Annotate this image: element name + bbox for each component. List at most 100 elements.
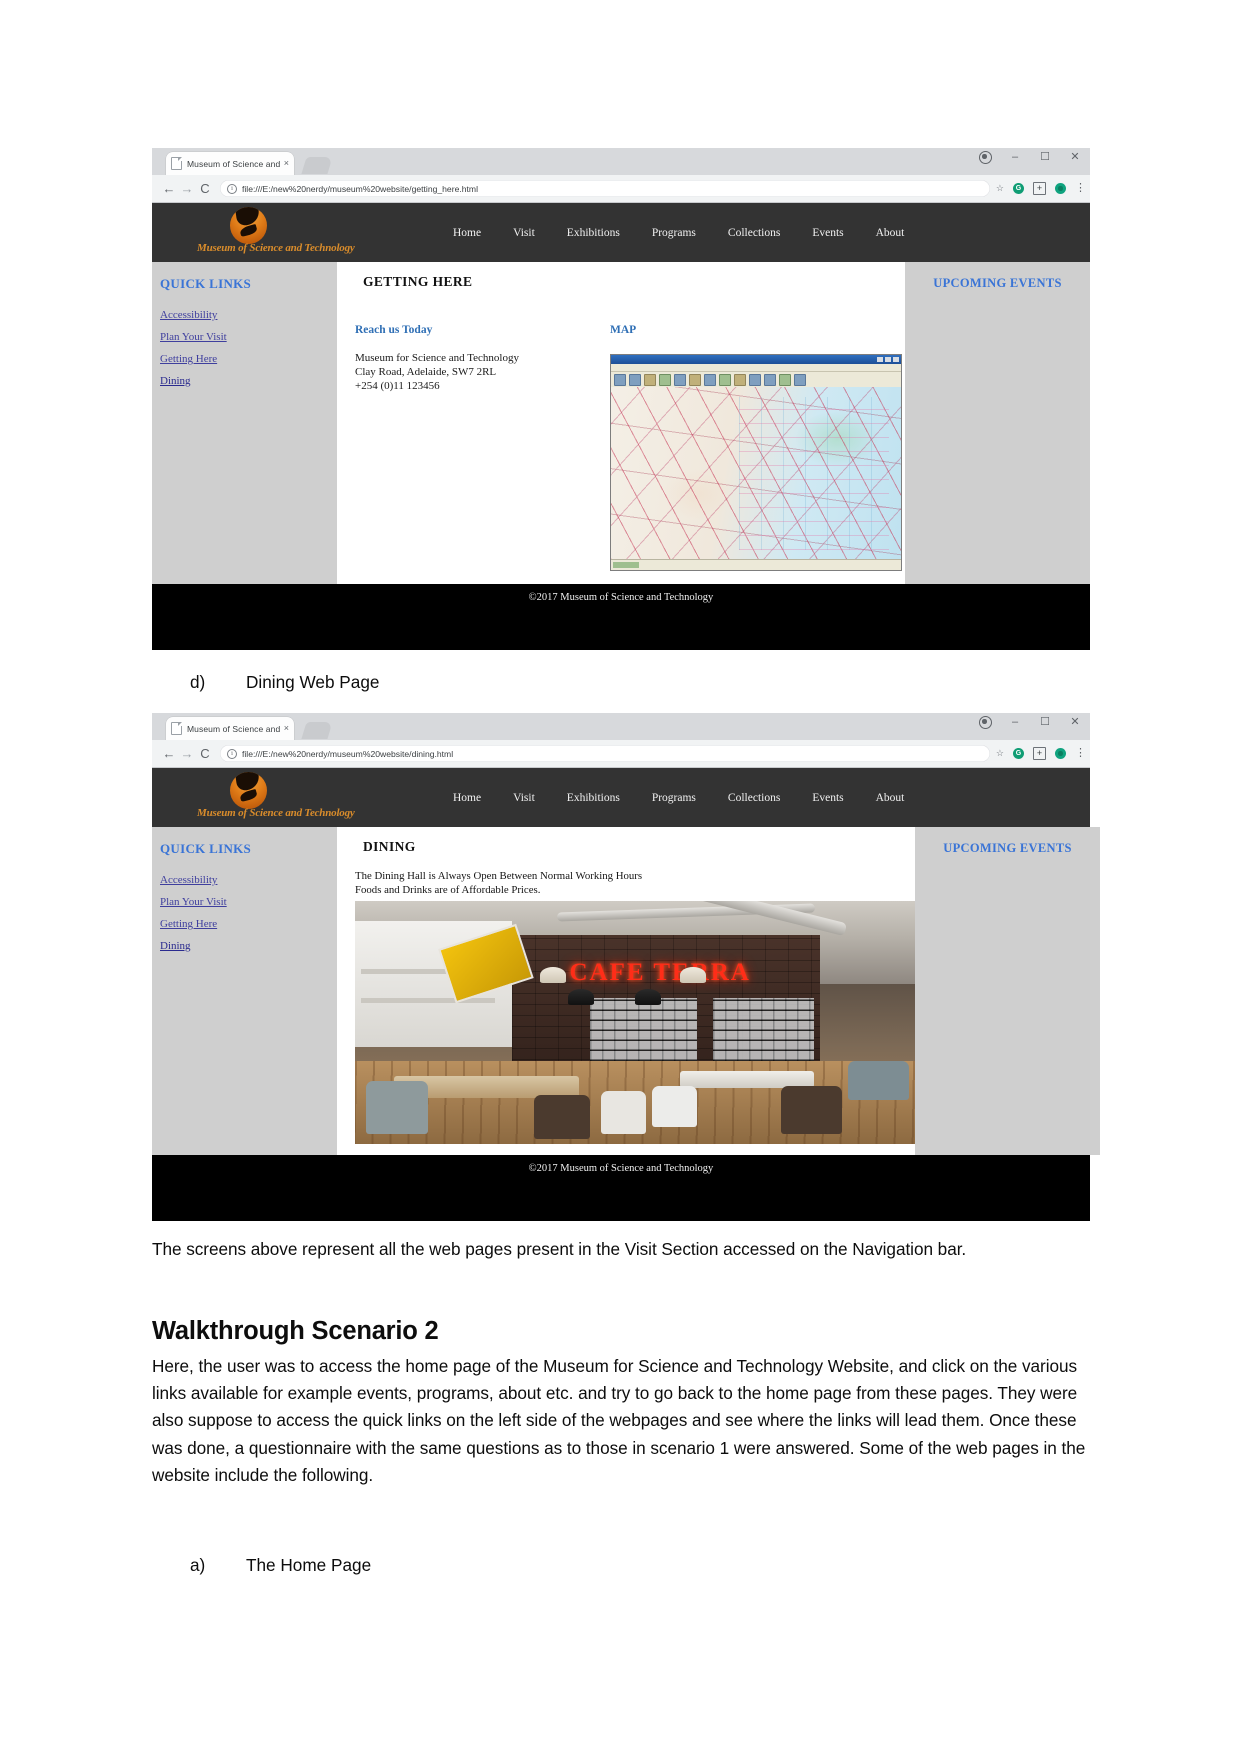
omnibox-icons: ☆ G + ⋮: [996, 747, 1086, 760]
nav-item-exhibitions[interactable]: Exhibitions: [551, 792, 636, 804]
back-button[interactable]: ←: [160, 747, 178, 760]
photo-window: [590, 998, 697, 1062]
map-tool-icon: [749, 374, 761, 386]
close-window-button[interactable]: ✕: [1068, 717, 1082, 728]
nav-item-programs[interactable]: Programs: [636, 227, 712, 239]
nav-item-events[interactable]: Events: [796, 792, 859, 804]
list-marker: a): [190, 1555, 206, 1575]
quick-link-plan-your-visit[interactable]: Plan Your Visit: [160, 331, 337, 343]
page-info-icon[interactable]: i: [227, 183, 237, 194]
back-button[interactable]: ←: [160, 182, 178, 195]
site-body: QUICK LINKS Accessibility Plan Your Visi…: [152, 262, 1090, 584]
bookmark-star-icon[interactable]: ☆: [996, 183, 1004, 194]
forward-button[interactable]: →: [178, 747, 196, 760]
map-tool-icon: [629, 374, 641, 386]
browser-tab[interactable]: Museum of Science and ×: [166, 152, 294, 175]
maximize-button[interactable]: ☐: [1038, 152, 1052, 163]
quick-links-list: Accessibility Plan Your Visit Getting He…: [152, 874, 337, 952]
maximize-button[interactable]: ☐: [1038, 717, 1052, 728]
address-bar-url: file:///E:/new%20nerdy/museum%20website/…: [242, 748, 454, 759]
address-bar-url: file:///E:/new%20nerdy/museum%20website/…: [242, 183, 478, 194]
address-bar[interactable]: i file:///E:/new%20nerdy/museum%20websit…: [220, 745, 990, 762]
minimize-button[interactable]: –: [1008, 152, 1022, 163]
museum-address: Museum for Science and Technology Clay R…: [355, 351, 610, 393]
heading-walkthrough-scenario-2: Walkthrough Scenario 2: [152, 1317, 439, 1345]
map-heading: MAP: [610, 324, 637, 336]
minimize-button[interactable]: –: [1008, 717, 1022, 728]
new-tab-button[interactable]: [301, 722, 333, 739]
close-tab-icon[interactable]: ×: [284, 724, 289, 733]
paragraph-screens-above: The screens above represent all the web …: [152, 1239, 967, 1259]
extension-plus-icon[interactable]: +: [1033, 747, 1046, 760]
quick-link-accessibility[interactable]: Accessibility: [160, 309, 337, 321]
list-label: Dining Web Page: [246, 672, 380, 692]
quick-link-accessibility[interactable]: Accessibility: [160, 874, 337, 886]
nav-item-programs[interactable]: Programs: [636, 792, 712, 804]
map-tool-icon: [674, 374, 686, 386]
browser-tab[interactable]: Museum of Science and ×: [166, 717, 294, 740]
extension-plus-icon[interactable]: +: [1033, 182, 1046, 195]
extension-green-icon[interactable]: G: [1013, 183, 1024, 194]
nav-item-visit[interactable]: Visit: [497, 792, 551, 804]
quick-link-getting-here[interactable]: Getting Here: [160, 353, 337, 365]
page-info-icon[interactable]: i: [227, 748, 237, 759]
paragraph-scenario-2-body: Here, the user was to access the home pa…: [152, 1356, 1086, 1485]
extension-green-icon[interactable]: G: [1013, 748, 1024, 759]
reload-button[interactable]: C: [196, 182, 214, 195]
dining-description: The Dining Hall is Always Open Between N…: [355, 869, 915, 897]
site-header: Museum of Science and Technology Home Vi…: [152, 768, 1090, 827]
map-window-titlebar: [611, 355, 901, 364]
browser-menu-icon[interactable]: ⋮: [1075, 183, 1086, 194]
main-content-dining: DINING The Dining Hall is Always Open Be…: [337, 827, 915, 1155]
nav-item-home[interactable]: Home: [437, 227, 497, 239]
reload-button[interactable]: C: [196, 747, 214, 760]
quick-link-dining[interactable]: Dining: [160, 375, 337, 387]
site-logo[interactable]: Museum of Science and Technology: [197, 204, 355, 261]
quick-links-title: QUICK LINKS: [160, 276, 252, 291]
main-navigation: Home Visit Exhibitions Programs Collecti…: [437, 768, 920, 827]
profile-avatar-icon[interactable]: [979, 151, 992, 164]
photo-shelf: [360, 998, 495, 1004]
nav-item-exhibitions[interactable]: Exhibitions: [551, 227, 636, 239]
site-logo-text: Museum of Science and Technology: [197, 807, 355, 819]
website-dining: Museum of Science and Technology Home Vi…: [152, 768, 1100, 1221]
address-bar[interactable]: i file:///E:/new%20nerdy/museum%20websit…: [220, 180, 990, 197]
forward-button[interactable]: →: [178, 182, 196, 195]
quick-link-plan-your-visit[interactable]: Plan Your Visit: [160, 896, 337, 908]
photo-pendant-lamp: [635, 988, 661, 1005]
quick-link-dining[interactable]: Dining: [160, 940, 337, 952]
new-tab-button[interactable]: [301, 157, 333, 174]
quick-links-list: Accessibility Plan Your Visit Getting He…: [152, 309, 337, 387]
nav-item-visit[interactable]: Visit: [497, 227, 551, 239]
profile-avatar-icon[interactable]: [979, 716, 992, 729]
nav-item-collections[interactable]: Collections: [712, 227, 796, 239]
nav-item-events[interactable]: Events: [796, 227, 859, 239]
close-window-button[interactable]: ✕: [1068, 152, 1082, 163]
nav-item-about[interactable]: About: [860, 792, 921, 804]
window-controls: – ☐ ✕: [979, 716, 1082, 729]
address-line-3: +254 (0)11 123456: [355, 380, 440, 393]
nav-item-about[interactable]: About: [860, 227, 921, 239]
photo-chair: [366, 1080, 428, 1135]
copyright-text: ©2017 Museum of Science and Technology: [528, 1163, 714, 1174]
copyright-text: ©2017 Museum of Science and Technology: [528, 592, 714, 603]
page-favicon-icon: [171, 722, 182, 735]
photo-chair: [534, 1095, 591, 1140]
browser-menu-icon[interactable]: ⋮: [1075, 748, 1086, 759]
map-tool-icon: [719, 374, 731, 386]
browser-chrome: Museum of Science and × – ☐ ✕ ← → C i fi…: [152, 148, 1090, 203]
page-title: GETTING HERE: [363, 274, 473, 289]
photo-pendant-lamp: [567, 988, 594, 1005]
quick-link-getting-here[interactable]: Getting Here: [160, 918, 337, 930]
nav-item-home[interactable]: Home: [437, 792, 497, 804]
site-logo[interactable]: Museum of Science and Technology: [197, 769, 355, 826]
close-tab-icon[interactable]: ×: [284, 159, 289, 168]
extension-eye-icon[interactable]: [1055, 748, 1066, 759]
extension-eye-icon[interactable]: [1055, 183, 1066, 194]
site-footer: ©2017 Museum of Science and Technology: [152, 1155, 1090, 1221]
nav-item-collections[interactable]: Collections: [712, 792, 796, 804]
bookmark-star-icon[interactable]: ☆: [996, 748, 1004, 759]
museum-logo-icon: [230, 207, 267, 244]
tab-strip: Museum of Science and × – ☐ ✕: [152, 148, 1090, 175]
tab-strip: Museum of Science and × – ☐ ✕: [152, 713, 1090, 740]
